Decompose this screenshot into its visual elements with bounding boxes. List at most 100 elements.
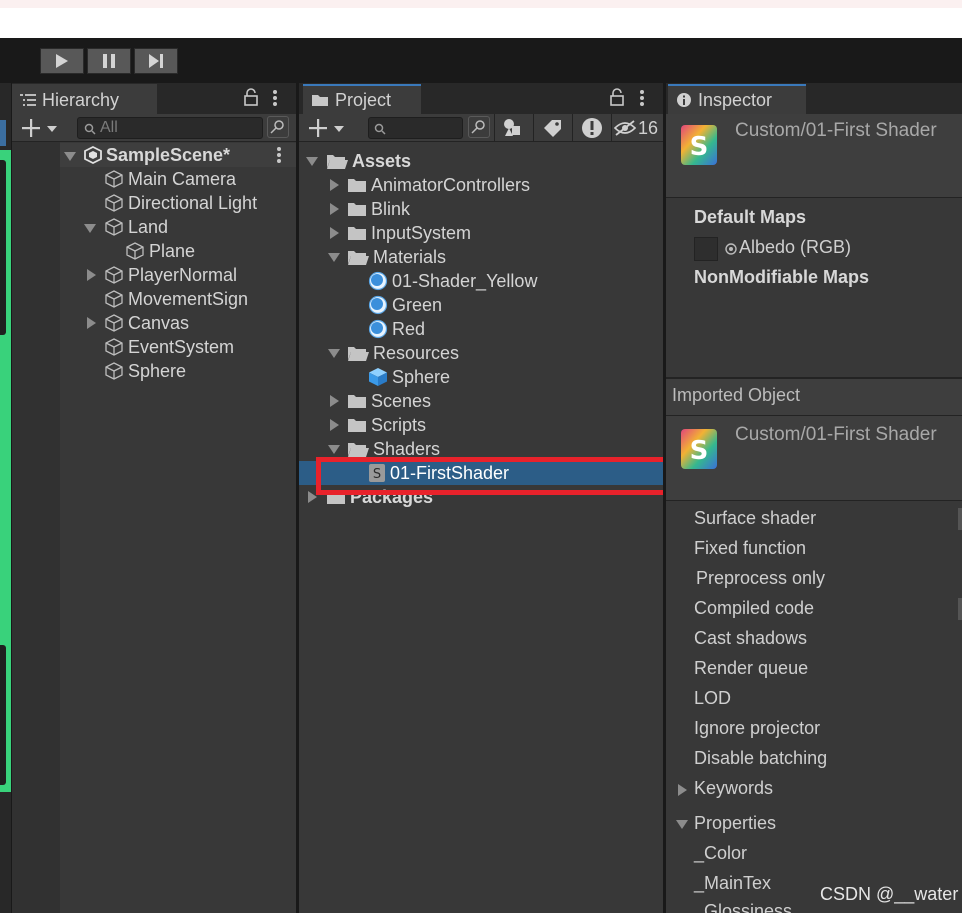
expand-arrow-icon[interactable] [328,445,340,454]
filter-label-button[interactable] [533,114,571,142]
albedo-label: Albedo (RGB) [739,237,852,257]
gameobject-cube-icon [105,362,123,380]
property-item: _MainTex [694,873,772,893]
hidden-packages-toggle[interactable]: 16 [611,114,663,142]
collapse-arrow-icon[interactable] [330,227,339,239]
folder-icon [348,203,366,216]
value-field-edge[interactable] [958,508,962,530]
tab-inspector[interactable]: Inspector [668,84,806,114]
hierarchy-gutter [12,142,60,913]
step-button[interactable] [134,48,178,74]
project-folder[interactable]: Blink [347,197,410,221]
collapse-arrow-icon[interactable] [330,179,339,191]
create-button[interactable] [309,118,349,143]
svg-text:S: S [690,132,709,162]
info-icon [676,92,692,108]
tab-project-label: Project [335,89,392,110]
foldout-arrow-icon[interactable] [678,784,687,796]
project-folder[interactable]: Scenes [347,389,431,413]
prop-label: Ignore projector [694,718,821,738]
project-folder[interactable]: Scripts [347,413,426,437]
create-button[interactable] [22,118,62,143]
foldout-arrow-icon[interactable] [676,820,688,829]
scene-view-tool [0,120,6,146]
properties-foldout[interactable]: Properties [694,813,776,834]
hierarchy-item[interactable]: Directional Light [104,191,257,215]
gameobject-cube-icon [105,314,123,332]
gameobject-cube-icon [105,338,123,356]
nonmodifiable-heading: NonModifiable Maps [694,267,869,287]
shader-asset-icon: S [679,123,719,172]
collapse-arrow-icon[interactable] [87,317,96,329]
hierarchy-item[interactable]: MovementSign [104,287,248,311]
prop-label: Render queue [694,658,809,678]
hierarchy-item[interactable]: EventSystem [104,335,234,359]
scene-search-button[interactable] [267,116,289,138]
hierarchy-item[interactable]: PlayerNormal [104,263,237,287]
gameobject-cube-icon [105,218,123,236]
collapse-arrow-icon[interactable] [330,395,339,407]
step-icon [149,54,163,68]
expand-arrow-icon[interactable] [328,253,340,262]
expand-arrow-icon[interactable] [64,152,76,161]
tag-icon [544,120,561,137]
value-field-edge[interactable] [958,598,962,620]
hierarchy-search-input[interactable]: All [77,117,263,139]
project-folder[interactable]: InputSystem [347,221,471,245]
project-root-assets[interactable]: Assets [326,149,411,173]
folder-icon [348,179,366,192]
project-material[interactable]: Red [368,317,425,341]
folder-open-icon [327,155,348,169]
project-folder[interactable]: AnimatorControllers [347,173,530,197]
scene-name: SampleScene* [106,145,231,165]
project-folder[interactable]: Materials [347,245,446,269]
collapse-arrow-icon[interactable] [87,269,96,281]
search-in-scene-button[interactable] [468,116,490,138]
prefab-cube-icon [369,368,387,386]
hierarchy-item[interactable]: Main Camera [104,167,236,191]
keywords-foldout[interactable]: Keywords [694,778,773,799]
lock-icon[interactable] [244,88,258,111]
hierarchy-item[interactable]: Plane [125,239,195,263]
tab-project[interactable]: Project [303,84,421,114]
expand-arrow-icon[interactable] [306,157,318,166]
folder-icon [311,93,329,107]
more-menu-icon[interactable] [639,89,645,112]
tab-hierarchy[interactable]: Hierarchy [12,84,157,114]
expand-arrow-icon[interactable] [328,349,340,358]
browser-bar [0,8,962,38]
tab-hierarchy-label: Hierarchy [42,89,120,110]
pause-button[interactable] [87,48,131,74]
more-menu-icon[interactable] [272,89,278,112]
hierarchy-item[interactable]: Canvas [104,311,189,335]
scene-row[interactable]: SampleScene* [84,143,230,167]
expand-arrow-icon[interactable] [84,224,96,233]
gameobject-cube-icon [105,266,123,284]
collapse-arrow-icon[interactable] [330,419,339,431]
prop-label: Preprocess only [696,568,826,588]
filter-type-button[interactable] [494,114,532,142]
play-button[interactable] [40,48,84,74]
pause-icon [103,54,115,68]
folder-icon [348,227,366,240]
imported-object-heading: Imported Object [672,385,801,405]
prop-label: LOD [694,688,732,708]
material-sphere-icon [368,295,388,315]
prop-label: Surface shader [694,508,817,528]
hierarchy-item[interactable]: Land [104,215,168,239]
scene-more-icon[interactable] [276,146,282,169]
collapse-arrow-icon[interactable] [330,203,339,215]
shader-asset-icon: S [679,427,719,476]
asset-title: Custom/01-First Shader [735,120,937,141]
hierarchy-item[interactable]: Sphere [104,359,186,383]
search-icon [84,122,96,140]
lock-icon[interactable] [610,88,624,111]
project-folder[interactable]: Resources [347,341,459,365]
search-icon [374,122,386,140]
project-material[interactable]: Green [368,293,442,317]
texture-slot[interactable] [694,237,718,261]
project-material[interactable]: 01-Shader_Yellow [368,269,537,293]
project-prefab[interactable]: Sphere [368,365,450,389]
filter-log-button[interactable] [572,114,610,142]
prop-label: Compiled code [694,598,815,618]
